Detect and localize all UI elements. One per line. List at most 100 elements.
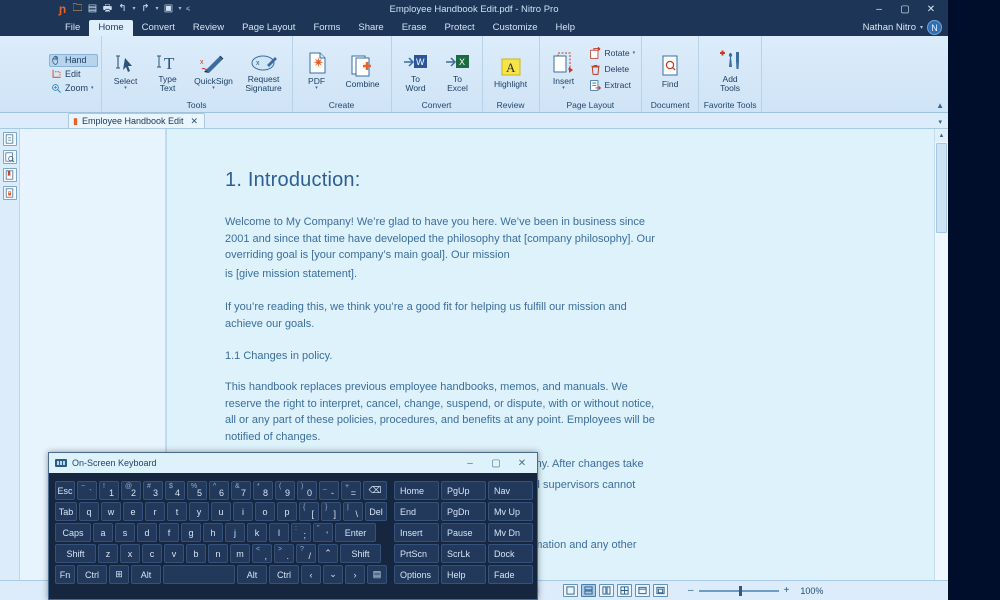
document-tab[interactable]: ▮ Employee Handbook Edit ✕ xyxy=(68,113,206,128)
insert-page-button[interactable]: Insert ▾ xyxy=(544,47,584,91)
chevron-down-icon[interactable]: ▾ xyxy=(920,24,923,31)
collapse-ribbon-button[interactable]: ▲ xyxy=(936,101,944,110)
redo-caret-icon[interactable]: ▾ xyxy=(154,3,160,16)
key-[interactable]: :; xyxy=(291,523,311,542)
insert-caret-icon[interactable]: ▾ xyxy=(562,85,565,91)
key-p[interactable]: p xyxy=(277,502,297,521)
osk-keys[interactable]: Esc ~ `! 1 @2 #3 $4% 5 ^ 6 & 7 * 8(9) 0 _ - + = ⌫ Tab q w e r t y u… xyxy=(49,473,537,599)
customize-caret-icon[interactable]: ▾ xyxy=(177,3,183,16)
quicksign-button[interactable]: x QuickSign ▾ xyxy=(190,47,238,91)
key-del[interactable]: Del xyxy=(365,502,387,521)
zoom-out-button[interactable]: – xyxy=(688,585,694,596)
navkey-dock[interactable]: Dock xyxy=(488,544,533,563)
hand-tool-button[interactable]: Hand xyxy=(49,53,98,67)
key-o[interactable]: o xyxy=(255,502,275,521)
tab-protect[interactable]: Protect xyxy=(436,20,484,36)
account-menu[interactable]: Nathan Nitro ▾ N xyxy=(863,20,942,35)
key-caps[interactable]: Caps xyxy=(55,523,91,542)
key-r[interactable]: r xyxy=(145,502,165,521)
navkey-insert[interactable]: Insert xyxy=(394,523,439,542)
scroll-up-arrow-icon[interactable]: ▲ xyxy=(934,129,948,142)
key-l[interactable]: l xyxy=(269,523,289,542)
navkey-options[interactable]: Options xyxy=(394,565,439,584)
chevron-down-icon[interactable]: ▾ xyxy=(938,118,942,126)
navkey-nav[interactable]: Nav xyxy=(488,481,533,500)
view-mode-group[interactable] xyxy=(563,584,668,597)
key-9[interactable]: (9 xyxy=(275,481,295,500)
key-s[interactable]: s xyxy=(115,523,135,542)
key-d[interactable]: d xyxy=(137,523,157,542)
navkey-pgup[interactable]: PgUp xyxy=(441,481,486,500)
create-pdf-button[interactable]: ✷ PDF ▾ xyxy=(297,47,337,91)
search-panel-icon[interactable] xyxy=(2,150,17,164)
to-excel-button[interactable]: X To Excel xyxy=(438,45,478,93)
select-button[interactable]: Select ▾ xyxy=(106,47,146,91)
key-[interactable]: › xyxy=(345,565,365,584)
key-tab[interactable]: Tab xyxy=(55,502,77,521)
tab-help[interactable]: Help xyxy=(547,20,585,36)
undo-icon[interactable]: ↰ xyxy=(116,3,129,16)
key-u[interactable]: u xyxy=(211,502,231,521)
delete-page-button[interactable]: Delete xyxy=(587,62,638,77)
zoom-control[interactable]: – + 100% xyxy=(688,585,823,596)
navkey-pause[interactable]: Pause xyxy=(441,523,486,542)
rotate-button[interactable]: Rotate ▾ xyxy=(587,46,638,61)
key-e[interactable]: e xyxy=(123,502,143,521)
key-2[interactable]: @2 xyxy=(121,481,141,500)
to-word-button[interactable]: W To Word xyxy=(396,45,436,93)
save-icon[interactable]: ▤ xyxy=(86,3,99,16)
key-[interactable]: }] xyxy=(321,502,341,521)
key-3[interactable]: #3 xyxy=(143,481,163,500)
minimize-button[interactable]: – xyxy=(866,0,892,18)
key-[interactable]: " ' xyxy=(313,523,333,542)
key-[interactable]: ‹ xyxy=(301,565,321,584)
key-f[interactable]: f xyxy=(159,523,179,542)
combine-button[interactable]: Combine xyxy=(339,50,387,89)
open-icon[interactable]: 🗀 xyxy=(71,3,84,16)
type-text-button[interactable]: T Type Text xyxy=(148,45,188,93)
key-ctrl[interactable]: Ctrl xyxy=(269,565,299,584)
key-esc[interactable]: Esc xyxy=(55,481,75,500)
highlight-button[interactable]: A Highlight xyxy=(487,50,535,89)
key-0[interactable]: ) 0 xyxy=(297,481,317,500)
key-6[interactable]: ^ 6 xyxy=(209,481,229,500)
key-[interactable]: ⌃ xyxy=(318,544,338,563)
osk-maximize-button[interactable]: ▢ xyxy=(483,453,509,473)
osk-nav-pad[interactable]: Home End Insert PrtScn Options PgUp PgDn Pause S… xyxy=(394,481,533,584)
osk-close-button[interactable]: ✕ xyxy=(509,453,535,473)
redo-icon[interactable]: ↱ xyxy=(139,3,152,16)
quicksign-caret-icon[interactable]: ▾ xyxy=(212,85,215,91)
tab-convert[interactable]: Convert xyxy=(133,20,184,36)
find-button[interactable]: Find xyxy=(646,50,694,89)
create-pdf-caret-icon[interactable]: ▾ xyxy=(315,85,318,91)
continuous-view-button[interactable] xyxy=(581,584,596,597)
key-q[interactable]: q xyxy=(79,502,99,521)
key-5[interactable]: % 5 xyxy=(187,481,207,500)
navkey-pgdn[interactable]: PgDn xyxy=(441,502,486,521)
key-alt[interactable]: Alt xyxy=(237,565,267,584)
request-signature-button[interactable]: x Request Signature xyxy=(240,45,288,93)
key-v[interactable]: v xyxy=(164,544,184,563)
key-[interactable]: ⌄ xyxy=(323,565,343,584)
on-screen-keyboard-window[interactable]: On-Screen Keyboard – ▢ ✕ Esc ~ `! 1 @2 #3 $4% 5… xyxy=(48,452,538,600)
key-space[interactable] xyxy=(163,565,235,584)
key-7[interactable]: & 7 xyxy=(231,481,251,500)
key-[interactable]: ⌫ xyxy=(363,481,387,500)
quick-access-toolbar[interactable]: ɲ 🗀 ▤ 🖶 ↰ ▾ ↱ ▾ ▣ ▾ ⩽ xyxy=(0,3,191,16)
bookmarks-panel-icon[interactable] xyxy=(2,168,17,182)
zoom-tool-button[interactable]: Zoom ▾ xyxy=(49,82,98,95)
navkey-prtscn[interactable]: PrtScn xyxy=(394,544,439,563)
navkey-help[interactable]: Help xyxy=(441,565,486,584)
navkey-end[interactable]: End xyxy=(394,502,439,521)
customize-icon[interactable]: ▣ xyxy=(162,3,175,16)
key-n[interactable]: n xyxy=(208,544,228,563)
key-y[interactable]: y xyxy=(189,502,209,521)
tab-review[interactable]: Review xyxy=(184,20,233,36)
osk-minimize-button[interactable]: – xyxy=(457,453,483,473)
key-alt[interactable]: Alt xyxy=(131,565,161,584)
rotate-caret-icon[interactable]: ▾ xyxy=(633,50,636,56)
key-g[interactable]: g xyxy=(181,523,201,542)
navkey-scrlk[interactable]: ScrLk xyxy=(441,544,486,563)
qat-more-icon[interactable]: ⩽ xyxy=(185,3,191,16)
zoom-in-button[interactable]: + xyxy=(784,585,790,596)
